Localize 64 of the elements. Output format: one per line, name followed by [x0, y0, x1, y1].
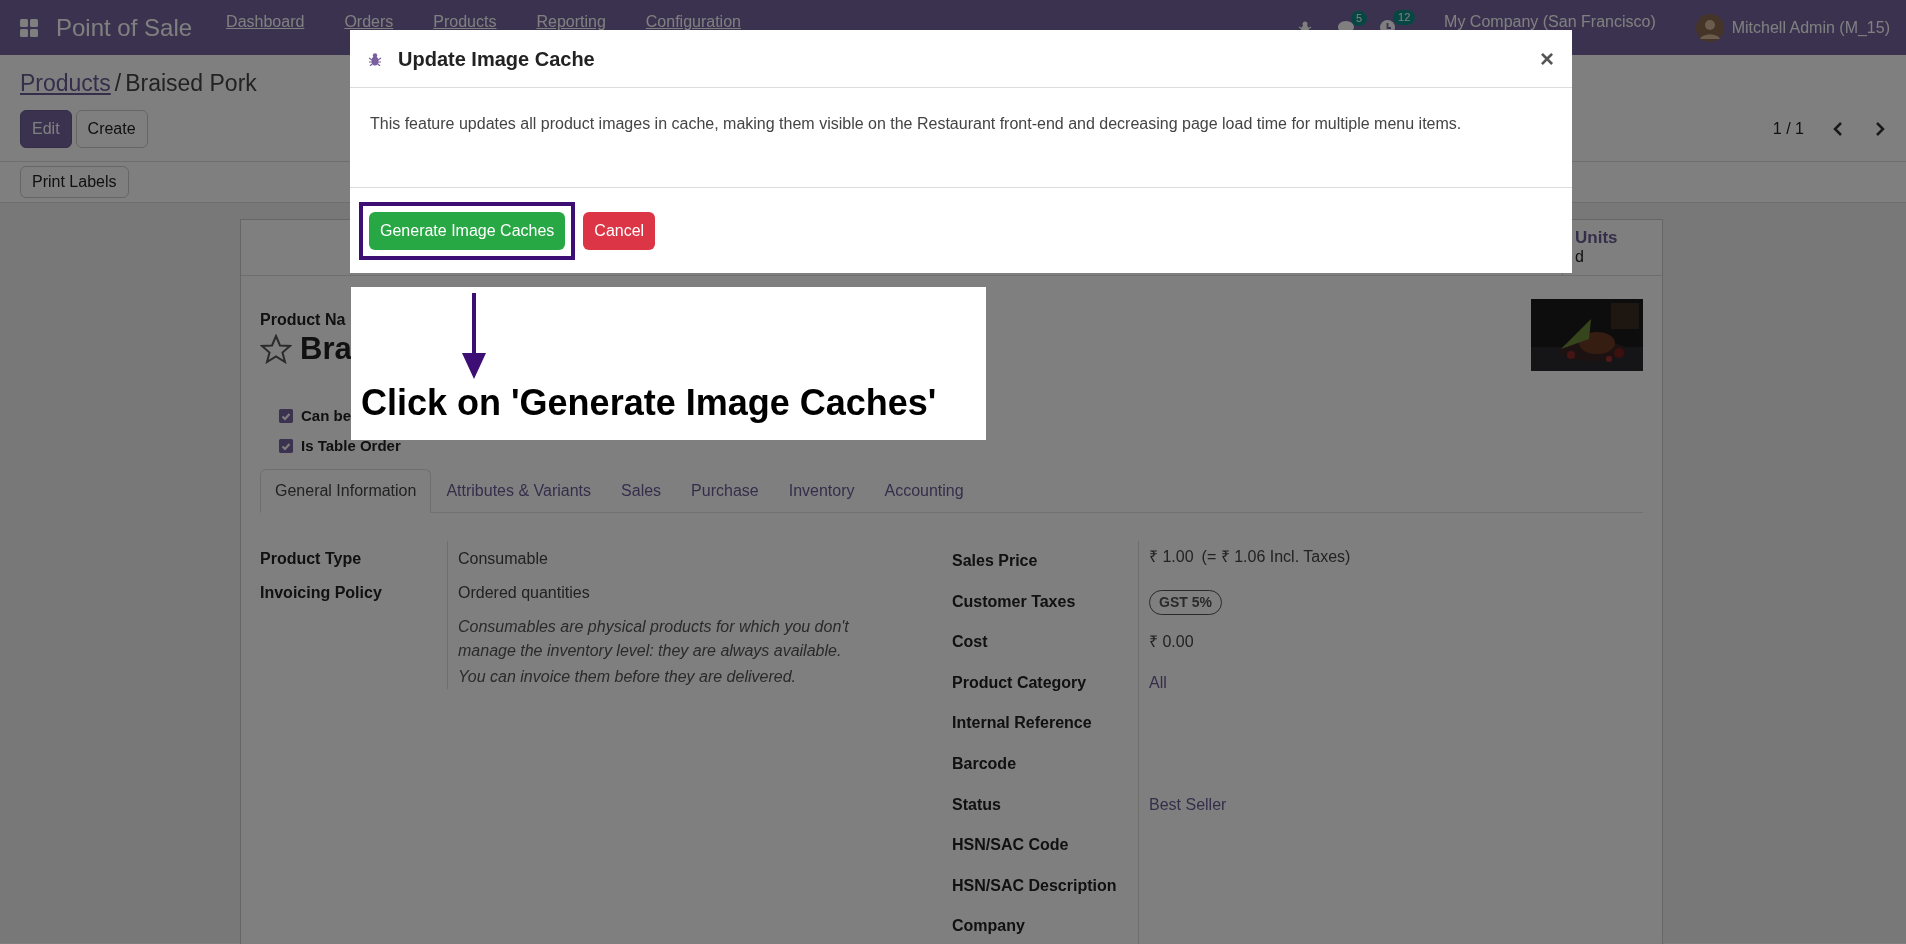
menu-item[interactable]: Configuration [645, 10, 741, 34]
field-link[interactable]: Best Seller [1149, 792, 1227, 817]
stat-caption: d [1575, 247, 1585, 266]
field-label: Product Category [952, 662, 1139, 704]
menu-item[interactable]: Dashboard [226, 10, 305, 34]
create-button[interactable]: Create [75, 110, 148, 148]
modal-message: This feature updates all product images in cache, making them visible on the Restaurant front-end and decreasing page load time for multiple menu items. [369, 114, 1463, 134]
close-button[interactable]: × [1540, 40, 1554, 77]
field-value: ₹ 1.00 [1149, 547, 1194, 567]
menu-item[interactable]: Orders [344, 10, 394, 34]
field-value: ₹ 0.00 [1149, 632, 1194, 653]
field-label: Customer Taxes [952, 581, 1139, 623]
breadcrumb-separator: / [114, 69, 122, 98]
instruction-text: Click on 'Generate Image Caches' [361, 383, 938, 423]
tab[interactable]: Purchase [676, 469, 774, 513]
field-label: Barcode [952, 743, 1139, 785]
tab[interactable]: Attributes & Variants [431, 469, 607, 513]
field-label: Sales Price [952, 541, 1139, 582]
checkbox-label: Can be [301, 405, 351, 426]
field-value: Ordered quantities [457, 583, 591, 603]
tab[interactable]: Sales [606, 469, 677, 513]
field-label: HSN/SAC Description [952, 865, 1139, 907]
field-label: Product Na [260, 310, 347, 330]
notification-badge: 5 [1351, 10, 1368, 26]
app-title[interactable]: Point of Sale [56, 9, 193, 46]
product-name: Bra [300, 332, 352, 367]
checkbox-label: Is Table Order [301, 435, 401, 456]
help-text: You can invoice them before they are delivered. [457, 667, 797, 687]
modal-title: Update Image Cache [398, 46, 596, 72]
star-icon[interactable] [260, 334, 292, 365]
edit-button[interactable]: Edit [20, 110, 72, 148]
breadcrumb-current: Braised Pork [125, 69, 257, 98]
cancel-button[interactable]: Cancel [583, 211, 656, 250]
field-label: Invoicing Policy [260, 583, 383, 603]
tab[interactable]: Inventory [773, 469, 870, 513]
generate-button[interactable]: Generate Image Caches [369, 211, 566, 250]
user-menu[interactable]: Mitchell Admin (M_15) [1731, 15, 1890, 40]
field-label: Company [952, 906, 1139, 944]
apps-menu-icon[interactable] [20, 18, 38, 37]
print-labels-button[interactable]: Print Labels [20, 166, 129, 198]
field-value: (= ₹ 1.06 Incl. Taxes) [1201, 547, 1351, 567]
notification-badge: 12 [1393, 10, 1416, 26]
field-label: Product Type [260, 549, 363, 569]
field-value: Consumable [457, 549, 549, 569]
help-text: Consumables are physical products for which you don't manage the inventory level: they are always available. [457, 617, 850, 661]
field-label: HSN/SAC Code [952, 825, 1139, 866]
stat-value: Units [1575, 228, 1619, 248]
menu-item[interactable]: Reporting [536, 10, 606, 34]
menu-item[interactable]: Products [433, 10, 497, 34]
chevron-right-icon[interactable] [1874, 121, 1886, 137]
field-label: Internal Reference [952, 703, 1139, 744]
breadcrumb-link[interactable]: Products [20, 66, 111, 111]
chevron-left-icon[interactable] [1832, 121, 1844, 137]
checkbox[interactable] [279, 409, 293, 423]
bug-icon [368, 51, 382, 66]
field-label: Status [952, 784, 1139, 826]
arrow-icon [461, 293, 487, 379]
field-label: Cost [952, 622, 1139, 663]
tab[interactable]: General Information [260, 469, 432, 513]
company-switcher[interactable]: My Company (San Francisco) [1444, 10, 1656, 34]
pager-value: 1 / 1 [1772, 119, 1804, 139]
tab[interactable]: Accounting [869, 469, 979, 513]
checkbox[interactable] [279, 439, 293, 453]
field-link[interactable]: All [1149, 670, 1167, 695]
